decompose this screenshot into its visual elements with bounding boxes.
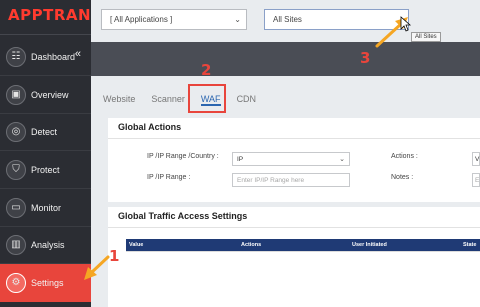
main-content: Website Scanner WAF CDN Global Actions I… bbox=[91, 76, 480, 307]
applications-select[interactable]: [ All Applications ] ⌄ bbox=[101, 9, 247, 30]
tab-cdn[interactable]: CDN bbox=[237, 94, 257, 106]
ip-range-label: IP /IP Range : bbox=[147, 174, 191, 181]
notes-label: Notes : bbox=[391, 174, 414, 181]
overview-icon: ▣ bbox=[6, 84, 26, 105]
sidebar-item-protect[interactable]: ⛉ Protect bbox=[0, 151, 91, 189]
sidebar-item-label: Settings bbox=[31, 278, 64, 288]
sidebar-item-label: Detect bbox=[31, 126, 58, 137]
ip-range-input[interactable]: Enter IP/IP Range here bbox=[232, 173, 350, 187]
step-1-arrow-icon bbox=[84, 255, 110, 280]
notes-input[interactable]: E bbox=[472, 173, 480, 187]
apptrana-logo: APPTRANA bbox=[8, 6, 104, 24]
sidebar-item-analysis[interactable]: ▥ Analysis bbox=[0, 226, 91, 264]
applications-select-value: [ All Applications ] bbox=[110, 15, 173, 24]
logo-divider bbox=[0, 34, 91, 35]
ip-range-country-label: IP /IP Range /Country : bbox=[147, 153, 219, 160]
ip-range-country-value: IP bbox=[237, 155, 244, 163]
chevron-down-icon: ⌄ bbox=[234, 15, 241, 24]
sidebar-item-label: Protect bbox=[31, 164, 60, 175]
shield-icon: ⛉ bbox=[6, 159, 26, 180]
analysis-icon: ▥ bbox=[6, 234, 26, 255]
sidebar-item-label: Dashboard bbox=[31, 51, 76, 62]
actions-label: Actions : bbox=[391, 153, 418, 160]
sidebar-item-settings[interactable]: ⚙ Settings bbox=[0, 264, 91, 302]
sidebar-item-label: Overview bbox=[31, 89, 69, 100]
sidebar: APPTRANA ☷ Dashboard « ▣ Overview ◎ Dete… bbox=[0, 0, 103, 307]
tab-website[interactable]: Website bbox=[103, 94, 135, 106]
column-header-user-initiated[interactable]: User Initiated bbox=[352, 242, 387, 248]
table-header: Value Actions User Initiated State bbox=[126, 239, 480, 251]
sites-tooltip: All Sites bbox=[411, 32, 441, 42]
gear-icon: ⚙ bbox=[6, 273, 26, 293]
step-3-marker: 3 bbox=[360, 49, 371, 67]
column-header-state[interactable]: State bbox=[463, 242, 476, 248]
step-2-marker: 2 bbox=[201, 61, 212, 79]
divider bbox=[108, 138, 480, 139]
waf-highlight-box bbox=[188, 84, 226, 113]
divider bbox=[108, 227, 480, 228]
sidebar-item-overview[interactable]: ▣ Overview bbox=[0, 76, 91, 114]
sidebar-item-label: Analysis bbox=[31, 239, 65, 250]
sidebar-item-detect[interactable]: ◎ Detect bbox=[0, 113, 91, 151]
cursor-icon bbox=[400, 16, 412, 32]
traffic-access-panel: Global Traffic Access Settings Value Act… bbox=[108, 207, 480, 307]
sidebar-item-dashboard[interactable]: ☷ Dashboard « bbox=[0, 38, 91, 76]
column-header-value[interactable]: Value bbox=[129, 242, 143, 248]
sidebar-item-monitor[interactable]: ▭ Monitor bbox=[0, 189, 91, 227]
global-actions-title: Global Actions bbox=[118, 122, 182, 132]
sites-select-value: All Sites bbox=[273, 15, 302, 24]
dashboard-icon: ☷ bbox=[6, 46, 26, 67]
tab-scanner[interactable]: Scanner bbox=[151, 94, 185, 106]
ip-range-country-select[interactable]: IP ⌄ bbox=[232, 152, 350, 166]
page-header-band bbox=[91, 42, 480, 76]
column-header-actions[interactable]: Actions bbox=[241, 242, 261, 248]
global-actions-panel: Global Actions IP /IP Range /Country : I… bbox=[108, 118, 480, 202]
chevron-down-icon: ⌄ bbox=[339, 156, 345, 163]
actions-select[interactable]: V bbox=[472, 152, 480, 166]
collapse-sidebar-icon[interactable]: « bbox=[75, 48, 81, 60]
sidebar-item-label: Monitor bbox=[31, 202, 62, 213]
monitor-icon: ▭ bbox=[6, 197, 26, 218]
traffic-access-title: Global Traffic Access Settings bbox=[118, 211, 248, 221]
table-body bbox=[126, 251, 480, 252]
detect-icon: ◎ bbox=[6, 121, 26, 142]
